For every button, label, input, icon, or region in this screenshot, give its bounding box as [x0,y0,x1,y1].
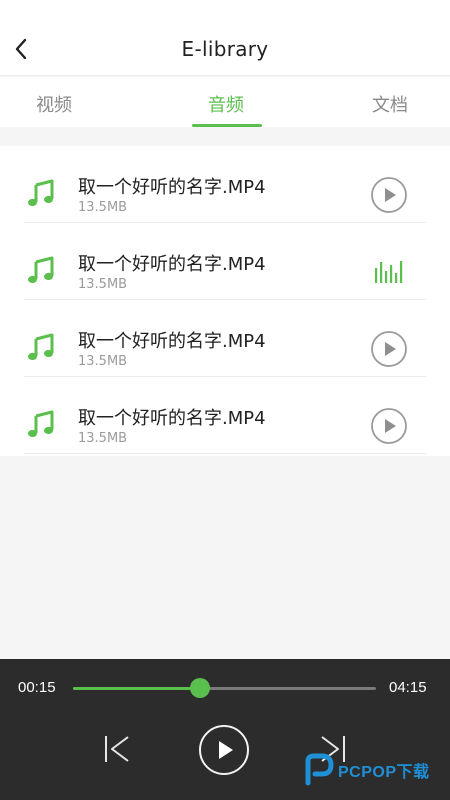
play-circle-icon[interactable] [370,407,408,445]
audio-list: 取一个好听的名字.MP4 13.5MB 取一个好听的名字.MP4 13.5MB [0,146,450,456]
play-button-icon[interactable] [198,724,250,776]
brand-logo-icon [305,753,334,786]
music-note-icon [28,333,54,361]
progress-thumb[interactable] [190,678,211,698]
top-bar: E-library [0,0,450,76]
track-size: 13.5MB [78,354,128,369]
section-gap [0,127,450,146]
play-circle-icon[interactable] [370,330,408,368]
track-size: 13.5MB [78,431,128,446]
equalizer-icon[interactable] [374,259,406,285]
brand-watermark: PCPOP下载 [304,752,444,788]
progress-slider[interactable] [73,678,376,698]
list-item[interactable]: 取一个好听的名字.MP4 13.5MB [0,146,450,223]
previous-track-icon[interactable] [102,733,132,765]
list-item[interactable]: 取一个好听的名字.MP4 13.5MB [0,223,450,300]
brand-text: PCPOP下载 [338,764,430,781]
play-circle-icon[interactable] [370,176,408,214]
tab-video[interactable]: 视频 [36,91,72,117]
track-name: 取一个好听的名字.MP4 [78,408,266,429]
music-note-icon [28,179,54,207]
row-divider [24,453,426,454]
track-name: 取一个好听的名字.MP4 [78,331,266,352]
track-size: 13.5MB [78,277,128,292]
list-item[interactable]: 取一个好听的名字.MP4 13.5MB [0,300,450,377]
list-item[interactable]: 取一个好听的名字.MP4 13.5MB [0,377,450,454]
track-name: 取一个好听的名字.MP4 [78,254,266,275]
tab-audio[interactable]: 音频 [208,91,244,117]
music-note-icon [28,410,54,438]
track-size: 13.5MB [78,200,128,215]
tab-document[interactable]: 文档 [372,91,408,117]
total-time: 04:15 [389,679,427,696]
track-name: 取一个好听的名字.MP4 [78,177,266,198]
current-time: 00:15 [18,679,56,696]
tab-bar: 视频 音频 文档 [0,77,450,127]
music-note-icon [28,256,54,284]
progress-fill [73,687,201,690]
page-title: E-library [181,37,269,61]
